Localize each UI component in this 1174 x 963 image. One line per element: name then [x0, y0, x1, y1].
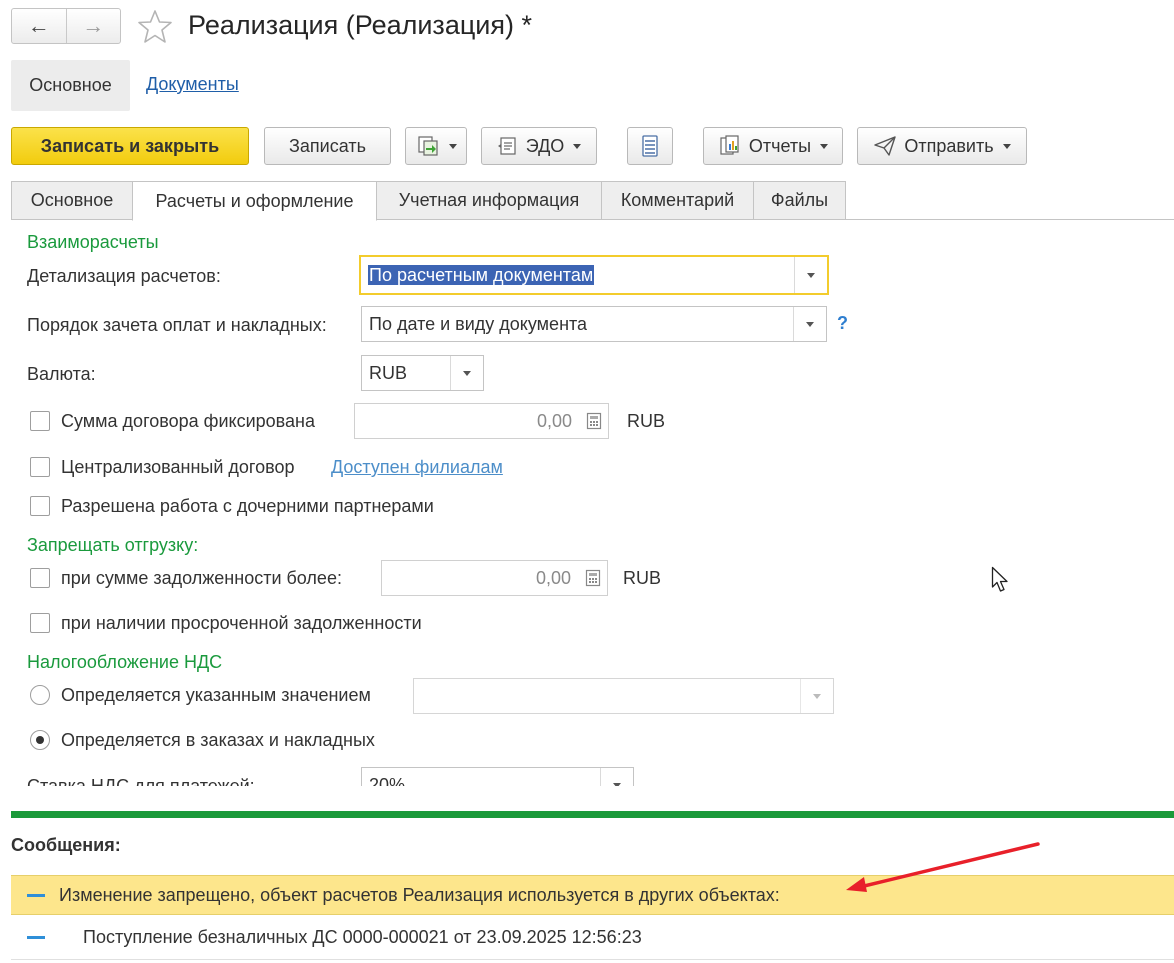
- vat-specified-select[interactable]: [413, 678, 834, 714]
- vat-orders-label: Определяется в заказах и накладных: [61, 730, 375, 750]
- settlements-form: Взаиморасчеты Детализация расчетов: По р…: [0, 220, 1174, 786]
- favorite-star-icon[interactable]: [136, 8, 174, 46]
- messages-title: Сообщения:: [11, 835, 121, 855]
- chevron-down-icon: [1002, 143, 1011, 149]
- calculator-icon: [586, 412, 602, 430]
- overdue-label: при наличии просроченной задолженности: [61, 613, 422, 633]
- offset-value: По дате и виду документа: [369, 313, 588, 334]
- debt-over-checkbox[interactable]: [30, 568, 50, 588]
- minus-icon: [27, 893, 45, 897]
- offset-label: Порядок зачета оплат и накладных:: [27, 315, 327, 335]
- back-button[interactable]: ←: [12, 9, 66, 43]
- annotation-arrow-icon: [846, 842, 1040, 892]
- fixed-sum-input[interactable]: 0,00: [354, 403, 609, 439]
- arrow-left-icon: ←: [27, 13, 50, 38]
- chevron-down-icon: [613, 782, 621, 786]
- report-icon: [720, 135, 739, 155]
- fixed-sum-checkbox[interactable]: [30, 411, 50, 431]
- vat-group-title: Налогообложение НДС: [27, 652, 223, 672]
- debt-over-label: при сумме задолженности более:: [61, 568, 342, 588]
- settlements-group-title: Взаиморасчеты: [27, 232, 159, 252]
- vat-rate-label: Ставка НДС для платежей:: [27, 776, 255, 786]
- window-title: Реализация (Реализация) *: [188, 10, 532, 40]
- subsidiaries-checkbox[interactable]: [30, 496, 50, 516]
- send-label: Отправить: [904, 135, 994, 156]
- currency-value: RUB: [369, 362, 408, 383]
- vat-specified-radio[interactable]: [30, 685, 50, 705]
- currency-label: Валюта:: [27, 364, 96, 384]
- vat-orders-radio[interactable]: [30, 730, 50, 750]
- shipment-ban-group-title: Запрещать отгрузку:: [27, 535, 199, 555]
- section-main[interactable]: Основное: [11, 60, 130, 111]
- calculator-button[interactable]: [579, 561, 607, 595]
- currency-dropdown-button[interactable]: [450, 356, 483, 390]
- chevron-down-icon: [820, 143, 829, 149]
- vat-rate-dropdown-button[interactable]: [600, 768, 633, 786]
- centralized-checkbox[interactable]: [30, 457, 50, 477]
- chevron-down-icon: [806, 321, 814, 327]
- chevron-down-icon: [573, 143, 582, 149]
- tab-accounting-info[interactable]: Учетная информация: [376, 181, 602, 220]
- currency-select[interactable]: RUB: [361, 355, 484, 391]
- create-based-on-icon: [417, 136, 438, 156]
- tab-files[interactable]: Файлы: [753, 181, 846, 220]
- print-list-button[interactable]: [627, 127, 673, 165]
- calculator-button[interactable]: [580, 404, 608, 438]
- edo-icon: [497, 137, 516, 155]
- fixed-sum-value: 0,00: [536, 410, 572, 431]
- tab-settlements[interactable]: Расчеты и оформление: [132, 181, 377, 221]
- vat-specified-dropdown-button[interactable]: [800, 679, 833, 713]
- detail-select[interactable]: По расчетным документам: [359, 255, 829, 295]
- detail-value: По расчетным документам: [368, 264, 595, 285]
- tab-main[interactable]: Основное: [11, 181, 133, 220]
- message-text: Поступление безналичных ДС 0000-000021 о…: [83, 927, 642, 947]
- fixed-sum-currency: RUB: [627, 411, 666, 431]
- debt-over-currency: RUB: [623, 568, 662, 588]
- create-based-on-button[interactable]: [405, 127, 467, 165]
- list-icon: [642, 135, 658, 157]
- detail-label: Детализация расчетов:: [27, 266, 221, 286]
- vat-specified-label: Определяется указанным значением: [61, 685, 371, 705]
- detail-dropdown-button[interactable]: [794, 257, 827, 293]
- section-documents-link[interactable]: Документы: [146, 74, 239, 95]
- branches-link[interactable]: Доступен филиалам: [331, 457, 503, 478]
- save-and-close-button[interactable]: Записать и закрыть: [11, 127, 249, 165]
- help-icon[interactable]: ?: [837, 313, 848, 334]
- debt-over-value: 0,00: [535, 567, 571, 588]
- edo-button[interactable]: ЭДО: [481, 127, 597, 165]
- arrow-right-icon: →: [82, 13, 105, 38]
- minus-icon: [27, 936, 45, 939]
- mouse-cursor-icon: [991, 566, 1008, 592]
- save-and-close-label: Записать и закрыть: [40, 135, 220, 156]
- reports-label: Отчеты: [748, 135, 812, 156]
- messages-divider: [11, 811, 1174, 818]
- calculator-icon: [585, 569, 601, 587]
- chevron-down-icon: [463, 370, 471, 376]
- send-button[interactable]: Отправить: [857, 127, 1027, 165]
- fixed-sum-label: Сумма договора фиксирована: [61, 411, 315, 431]
- chevron-down-icon: [448, 143, 457, 149]
- save-button[interactable]: Записать: [264, 127, 391, 165]
- vat-rate-select[interactable]: 20%: [361, 767, 634, 786]
- subsidiaries-label: Разрешена работа с дочерними партнерами: [61, 496, 434, 516]
- reports-button[interactable]: Отчеты: [703, 127, 843, 165]
- edo-label: ЭДО: [525, 135, 565, 156]
- overdue-checkbox[interactable]: [30, 613, 50, 633]
- history-nav: ← →: [11, 8, 121, 44]
- chevron-down-icon: [807, 272, 815, 278]
- radio-selected-dot: [36, 736, 44, 744]
- offset-dropdown-button[interactable]: [793, 307, 826, 341]
- message-item[interactable]: Поступление безналичных ДС 0000-000021 о…: [11, 916, 1174, 960]
- centralized-label: Централизованный договор: [61, 457, 295, 477]
- chevron-down-icon: [813, 693, 821, 699]
- debt-over-input[interactable]: 0,00: [381, 560, 608, 596]
- tab-comment[interactable]: Комментарий: [601, 181, 754, 220]
- save-label: Записать: [289, 135, 366, 156]
- paper-plane-icon: [874, 136, 897, 156]
- message-text: Изменение запрещено, объект расчетов Реа…: [59, 884, 780, 905]
- vat-rate-value: 20%: [369, 774, 406, 787]
- offset-select[interactable]: По дате и виду документа: [361, 306, 827, 342]
- forward-button[interactable]: →: [65, 9, 121, 43]
